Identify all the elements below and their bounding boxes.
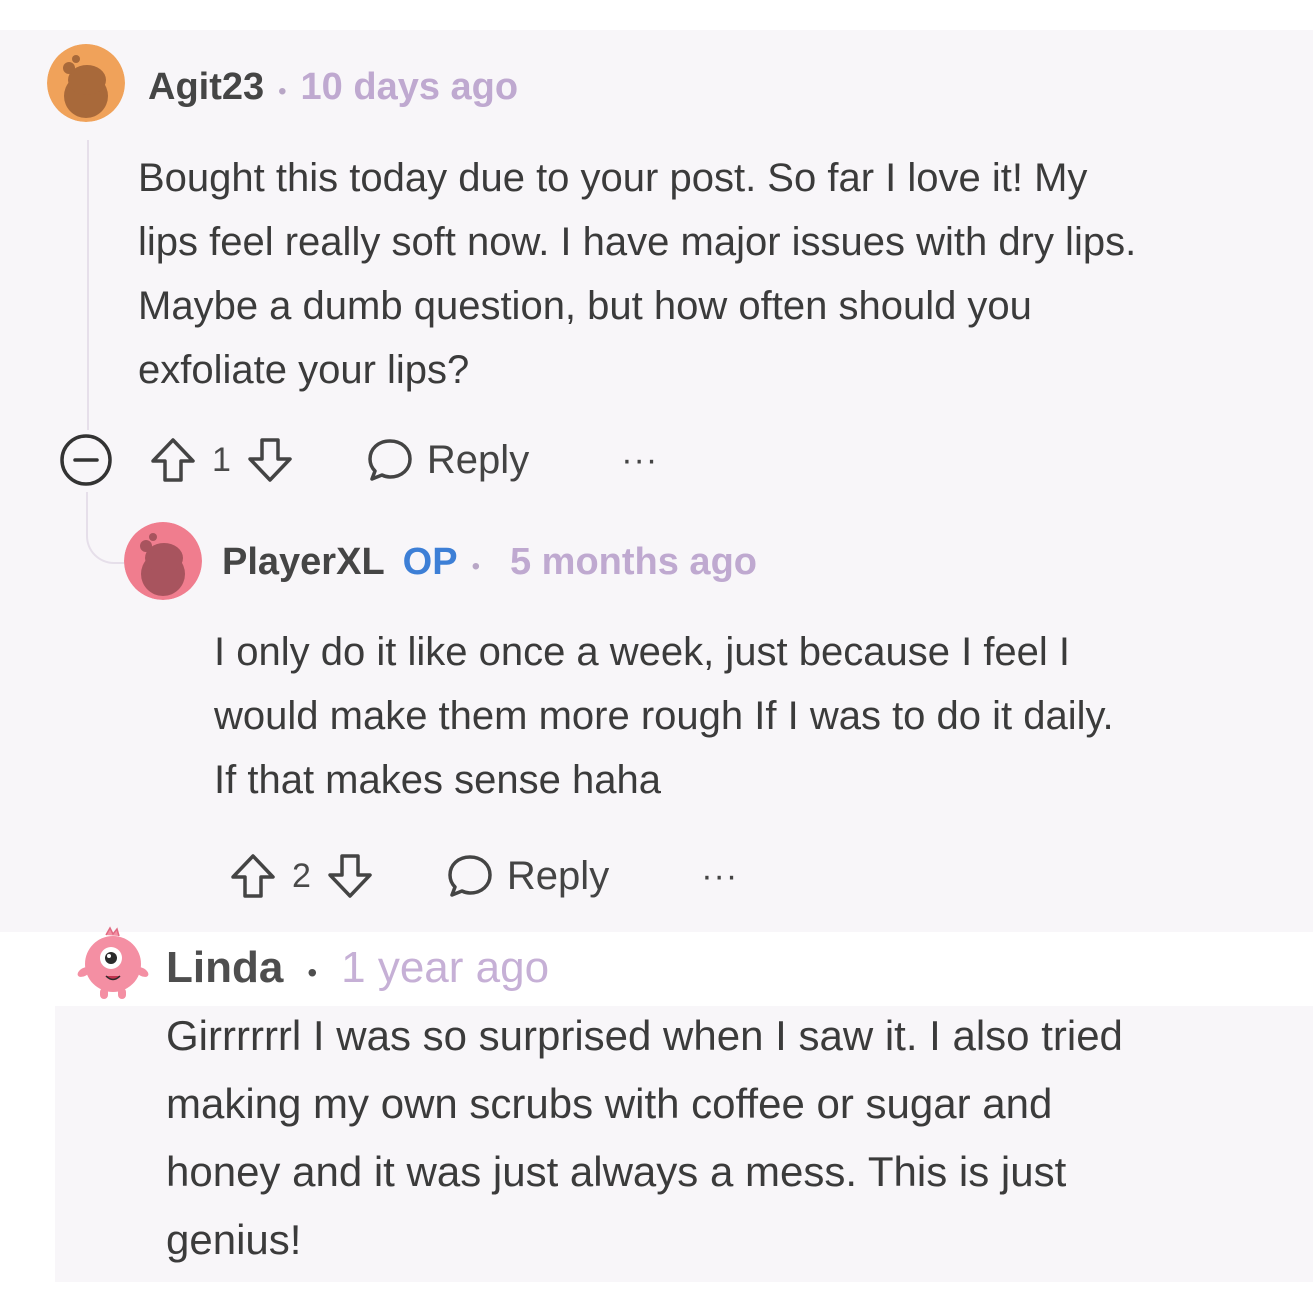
comment-line: honey and it was just always a mess. Thi… [166,1148,1067,1195]
comment-line: exfoliate your lips? [138,348,470,392]
reply-button[interactable]: Reply [365,435,529,485]
comment-actions: 2 Reply ··· [228,848,738,904]
chat-bubble-icon [368,439,412,481]
more-options-button[interactable]: ··· [701,857,738,896]
downvote-icon[interactable] [325,851,375,901]
reply-connector [86,492,128,564]
vote-count: 1 [212,440,231,479]
downvote-icon[interactable] [245,435,295,485]
snoo-avatar-icon [47,44,125,122]
separator-dot: • [471,553,480,580]
separator-dot: • [278,78,287,105]
comment-line: Girrrrrrl I was so surprised when I saw … [166,1012,1123,1059]
comment-line: If that makes sense haha [214,758,661,802]
avatar[interactable] [47,44,125,122]
thread-line[interactable] [87,140,89,430]
username[interactable]: PlayerXL [222,541,385,584]
comment-line: making my own scrubs with coffee or suga… [166,1080,1053,1127]
pink-monster-avatar-icon [77,926,149,999]
reply-button[interactable]: Reply [445,851,609,901]
comment-line: Maybe a dumb question, but how often sho… [138,284,1032,328]
timestamp[interactable]: 1 year ago [341,943,549,993]
more-options-button[interactable]: ··· [621,441,658,480]
username[interactable]: Agit23 [148,66,264,109]
comment-actions: 1 Reply ··· [58,432,658,488]
comment-line: lips feel really soft now. I have major … [138,220,1137,264]
comment-meta: PlayerXL OP • 5 months ago [222,541,757,584]
timestamp[interactable]: 10 days ago [301,66,519,109]
comment-line: would make them more rough If I was to d… [214,694,1114,738]
upvote-icon[interactable] [148,435,198,485]
chat-bubble-icon [448,855,492,897]
timestamp[interactable]: 5 months ago [510,541,757,584]
comment-body: I only do it like once a week, just beca… [214,620,1114,812]
reply-label: Reply [426,437,530,482]
collapse-icon[interactable] [58,432,114,488]
comment-meta: Linda • 1 year ago [166,943,549,993]
snoo-avatar-icon [124,522,202,600]
comment-line: genius! [166,1216,302,1263]
comment-line: I only do it like once a week, just beca… [214,630,1071,674]
avatar[interactable] [124,522,202,600]
comment-body: Girrrrrrl I was so surprised when I saw … [166,1002,1123,1274]
separator-dot: • [307,957,318,988]
reply-label: Reply [506,853,610,898]
avatar[interactable] [76,926,150,1002]
comment-body: Bought this today due to your post. So f… [138,146,1136,402]
op-badge: OP [402,541,458,583]
upvote-icon[interactable] [228,851,278,901]
vote-count: 2 [292,856,311,895]
comment-meta: Agit23 • 10 days ago [148,66,518,109]
username[interactable]: Linda [166,943,283,993]
comment-line: Bought this today due to your post. So f… [138,156,1088,200]
